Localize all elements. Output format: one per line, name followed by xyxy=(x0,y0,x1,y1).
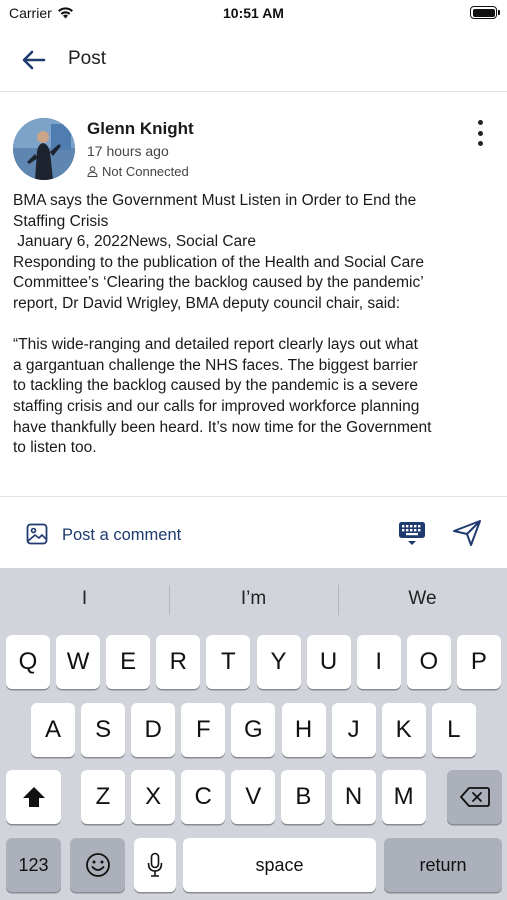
space-key[interactable]: space xyxy=(183,838,376,892)
back-button[interactable] xyxy=(20,48,48,72)
key-o[interactable]: O xyxy=(406,635,451,689)
comment-input[interactable]: Post a comment xyxy=(62,526,181,545)
key-t[interactable]: T xyxy=(206,635,251,689)
backspace-icon xyxy=(459,787,490,807)
key-c[interactable]: C xyxy=(181,770,226,824)
key-l[interactable]: L xyxy=(431,703,476,757)
attach-image-button[interactable] xyxy=(26,523,48,545)
post-header: Glenn Knight 17 hours ago Not Connected xyxy=(0,110,507,184)
key-e[interactable]: E xyxy=(106,635,151,689)
key-g[interactable]: G xyxy=(231,703,276,757)
connection-label: Not Connected xyxy=(102,164,189,179)
key-s[interactable]: S xyxy=(81,703,126,757)
post-line: Committee’s ‘Clearing the backlog caused… xyxy=(13,274,424,292)
post-line: Staffing Crisis xyxy=(13,212,109,230)
emoji-key[interactable] xyxy=(70,838,125,892)
more-dot-icon xyxy=(477,141,483,146)
post-line: to tackling the backlog caused by the pa… xyxy=(13,377,418,395)
delete-key[interactable] xyxy=(447,770,502,824)
suggestion-item[interactable]: We xyxy=(338,568,507,630)
dictation-key[interactable] xyxy=(134,838,176,892)
post-line: Responding to the publication of the Hea… xyxy=(13,253,425,271)
keyboard-toggle-button[interactable] xyxy=(398,521,426,547)
battery-icon xyxy=(470,6,500,19)
post-body: BMA says the Government Must Listen in O… xyxy=(13,191,498,459)
post-line: a gargantuan challenge the NHS faces. Th… xyxy=(13,356,418,374)
post-line: BMA says the Government Must Listen in O… xyxy=(13,192,417,209)
post-line: to listen too. xyxy=(13,439,97,457)
post-timestamp: 17 hours ago xyxy=(87,143,169,159)
key-f[interactable]: F xyxy=(181,703,226,757)
return-key[interactable]: return xyxy=(384,838,502,892)
post-line: “This wide-ranging and detailed report c… xyxy=(13,336,418,354)
status-bar: Carrier 10:51 AM xyxy=(0,0,507,28)
connection-status: Not Connected xyxy=(87,164,189,179)
suggestion-bar: I I’m We xyxy=(0,568,507,630)
author-name[interactable]: Glenn Knight xyxy=(87,119,194,139)
send-button[interactable] xyxy=(452,519,482,547)
key-r[interactable]: R xyxy=(156,635,201,689)
key-a[interactable]: A xyxy=(31,703,75,757)
key-j[interactable]: J xyxy=(331,703,376,757)
post-line: staffing crisis and our calls for improv… xyxy=(13,397,420,415)
shift-icon xyxy=(22,787,45,807)
more-dot-icon xyxy=(477,120,483,125)
more-dot-icon xyxy=(477,130,483,136)
post-line: have thankfully been heard. It’s now tim… xyxy=(13,418,432,436)
send-icon xyxy=(453,520,481,546)
image-icon xyxy=(26,523,48,545)
key-y[interactable]: Y xyxy=(256,635,301,689)
numbers-key[interactable]: 123 xyxy=(6,838,61,892)
key-i[interactable]: I xyxy=(356,635,401,689)
key-k[interactable]: K xyxy=(381,703,426,757)
key-h[interactable]: H xyxy=(281,703,326,757)
key-q[interactable]: Q xyxy=(6,635,50,689)
key-w[interactable]: W xyxy=(56,635,101,689)
key-x[interactable]: X xyxy=(131,770,176,824)
emoji-icon xyxy=(85,853,110,877)
comment-bar: Post a comment xyxy=(0,496,507,568)
avatar[interactable] xyxy=(13,118,75,180)
suggestion-item[interactable]: I’m xyxy=(169,568,338,630)
key-m[interactable]: M xyxy=(381,770,426,824)
system-keyboard: I I’m We Q W E R T Y U I O P A S D F G H J K L Z X C V B N M 123 sp… xyxy=(0,568,507,900)
app-header: Post xyxy=(0,28,507,92)
arrow-left-icon xyxy=(22,50,46,70)
key-v[interactable]: V xyxy=(231,770,276,824)
shift-key[interactable] xyxy=(6,770,61,824)
avatar-photo xyxy=(13,118,75,180)
page-title: Post xyxy=(68,48,107,69)
post-line: January 6, 2022News, Social Care xyxy=(13,233,256,251)
key-u[interactable]: U xyxy=(306,635,351,689)
key-p[interactable]: P xyxy=(456,635,501,689)
key-b[interactable]: B xyxy=(281,770,326,824)
key-z[interactable]: Z xyxy=(81,770,125,824)
suggestion-item[interactable]: I xyxy=(0,568,169,630)
key-d[interactable]: D xyxy=(131,703,176,757)
keyboard-icon xyxy=(399,522,425,545)
microphone-icon xyxy=(147,852,163,877)
more-options-button[interactable] xyxy=(471,118,489,148)
key-n[interactable]: N xyxy=(331,770,376,824)
person-icon xyxy=(87,166,98,177)
post-line: report, Dr David Wrigley, BMA deputy cou… xyxy=(13,294,401,312)
clock: 10:51 AM xyxy=(223,5,284,21)
